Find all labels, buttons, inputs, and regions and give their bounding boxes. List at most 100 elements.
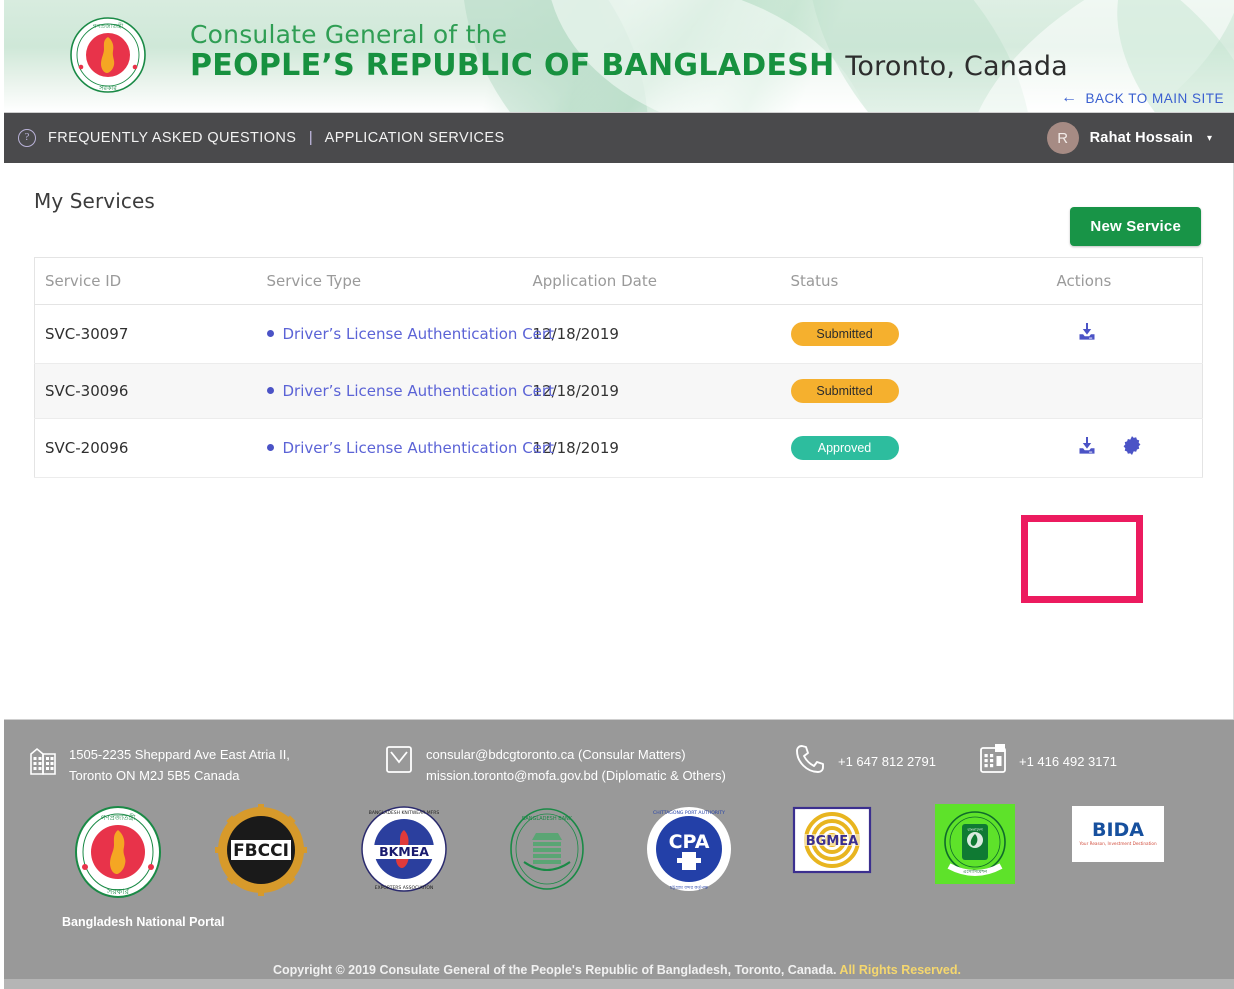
user-name-label: Rahat Hossain xyxy=(1089,130,1193,146)
bkmea-label: BKMEA xyxy=(379,844,429,859)
service-type-link[interactable]: Driver’s License Authentication Cert xyxy=(283,439,554,457)
arrow-left-icon: ← xyxy=(1060,89,1078,106)
bida-logo[interactable]: BIDA Your Reason, Investment Destination xyxy=(1062,804,1174,879)
copyright-text: Copyright © 2019 Consulate General of th… xyxy=(0,963,1234,977)
status-badge: Submitted xyxy=(790,379,899,403)
table-row[interactable]: SVC-30096 Driver’s License Authenticatio… xyxy=(34,363,1203,419)
footer-fax: +1 416 492 3171 xyxy=(978,742,1117,781)
svg-text:গণপ্রজাতন্ত্রী: গণপ্রজাতন্ত্রী xyxy=(101,813,136,822)
services-table-head: Service ID Service Type Application Date… xyxy=(34,257,1203,305)
svg-text:সরকার: সরকার xyxy=(106,887,130,896)
svg-text:বাংলাদেশ: বাংলাদেশ xyxy=(966,827,983,832)
phone-icon xyxy=(793,742,827,781)
footer-emails: consular@bdcgtoronto.ca (Consular Matter… xyxy=(383,742,793,786)
bullet-icon xyxy=(266,444,274,451)
fbcci-label: FBCCI xyxy=(233,841,289,861)
help-question-icon[interactable]: ? xyxy=(18,129,36,147)
footer-email-lines: consular@bdcgtoronto.ca (Consular Matter… xyxy=(426,742,726,786)
cell-actions xyxy=(1046,304,1203,364)
nav-item-faq[interactable]: FREQUENTLY ASKED QUESTIONS xyxy=(48,130,296,146)
svg-text:চট্টগ্রাম বন্দর কর্তৃপক্ষ: চট্টগ্রাম বন্দর কর্তৃপক্ষ xyxy=(669,884,709,891)
nav-separator: | xyxy=(308,130,313,146)
nav-item-application-services[interactable]: APPLICATION SERVICES xyxy=(325,130,505,146)
service-type-link[interactable]: Driver’s License Authentication Cert xyxy=(283,325,554,343)
site-header: গণপ্রজাতন্ত্রী সরকার Consulate General o… xyxy=(0,0,1234,113)
table-row[interactable]: SVC-30097 Driver’s License Authenticatio… xyxy=(34,304,1203,364)
country-name: PEOPLE’S REPUBLIC OF BANGLADESH xyxy=(190,48,835,84)
bottom-bar xyxy=(0,979,1234,989)
chevron-down-icon[interactable]: ▾ xyxy=(1207,133,1212,144)
svg-text:সরকার: সরকার xyxy=(98,84,117,92)
bangladesh-government-emblem-icon: গণপ্রজাতন্ত্রী সরকার xyxy=(68,15,148,95)
col-header-service-id: Service ID xyxy=(34,257,257,305)
consulate-line: Consulate General of the xyxy=(190,20,508,49)
cpa-label: CPA xyxy=(669,831,710,853)
fbcci-logo[interactable]: FBCCI xyxy=(205,804,317,911)
col-header-service-type: Service Type xyxy=(256,257,523,305)
fax-icon xyxy=(978,742,1008,781)
col-header-status: Status xyxy=(780,257,1047,305)
svg-text:BANGLADESH KNITWEAR MFRS: BANGLADESH KNITWEAR MFRS xyxy=(368,810,439,816)
envelope-icon xyxy=(383,742,415,781)
cell-service-type: Driver’s License Authentication Cert xyxy=(256,304,554,364)
footer-phone: +1 647 812 2791 xyxy=(793,742,978,781)
service-id-value: SVC-30096 xyxy=(45,382,129,400)
service-id-value: SVC-20096 xyxy=(45,439,129,457)
cell-actions xyxy=(1046,418,1203,478)
main-navbar: ? FREQUENTLY ASKED QUESTIONS | APPLICATI… xyxy=(0,113,1234,163)
building-icon xyxy=(28,742,58,781)
svg-text:BANGLADESH BANK: BANGLADESH BANK xyxy=(521,816,572,822)
chittagong-port-authority-logo[interactable]: CPA CHITTAGONG PORT AUTHORITY চট্টগ্রাম … xyxy=(633,804,745,909)
bullet-icon xyxy=(266,330,274,337)
bullet-icon xyxy=(266,387,274,394)
main-content: My Services New Service Service ID Servi… xyxy=(0,163,1234,719)
fax-number: +1 416 492 3171 xyxy=(1019,754,1117,769)
status-badge: Approved xyxy=(790,436,899,460)
download-icon[interactable] xyxy=(1075,434,1099,458)
services-table-body: SVC-30097 Driver’s License Authenticatio… xyxy=(34,304,1203,478)
status-badge: Submitted xyxy=(790,322,899,346)
svg-text:EXPORTERS ASSOCIATION: EXPORTERS ASSOCIATION xyxy=(374,885,433,891)
bangladesh-bank-logo[interactable]: BANGLADESH BANK xyxy=(491,804,603,909)
service-id-value: SVC-30097 xyxy=(45,325,129,343)
email-mission[interactable]: mission.toronto@mofa.gov.bd (Diplomatic … xyxy=(426,765,726,786)
bangladesh-green-seal-logo[interactable]: বাংলাদেশ এসোসিয়েশন xyxy=(919,804,1031,899)
left-edge-spacer xyxy=(0,0,4,989)
cell-application-date: 12/18/2019 xyxy=(522,363,781,419)
row-actions xyxy=(1075,434,1143,458)
bgmea-logo[interactable]: BGMEA xyxy=(776,804,888,891)
site-footer: 1505-2235 Sheppard Ave East Atria II, To… xyxy=(0,719,1234,989)
cell-status: Submitted xyxy=(780,363,1047,419)
bida-sublabel: Your Reason, Investment Destination xyxy=(1078,841,1157,846)
footer-address: 1505-2235 Sheppard Ave East Atria II, To… xyxy=(28,742,383,786)
table-row[interactable]: SVC-20096 Driver’s License Authenticatio… xyxy=(34,418,1203,478)
cell-service-id: SVC-30097 xyxy=(34,304,257,364)
phone-number: +1 647 812 2791 xyxy=(838,754,936,769)
row-actions xyxy=(1075,320,1099,344)
bgmea-label: BGMEA xyxy=(806,834,858,849)
address-line-1: 1505-2235 Sheppard Ave East Atria II, xyxy=(69,747,290,762)
footer-contacts: 1505-2235 Sheppard Ave East Atria II, To… xyxy=(0,720,1234,786)
cell-actions xyxy=(1046,363,1203,419)
page-root: গণপ্রজাতন্ত্রী সরকার Consulate General o… xyxy=(0,0,1234,989)
download-icon[interactable] xyxy=(1075,320,1099,344)
table-header-row: Service ID Service Type Application Date… xyxy=(34,257,1203,305)
logo-caption: Bangladesh National Portal xyxy=(62,915,225,929)
new-service-button[interactable]: New Service xyxy=(1070,207,1201,246)
service-type-link[interactable]: Driver’s License Authentication Cert xyxy=(283,382,554,400)
certificate-seal-icon[interactable] xyxy=(1121,435,1143,457)
svg-text:CHITTAGONG PORT AUTHORITY: CHITTAGONG PORT AUTHORITY xyxy=(653,810,725,816)
bkmea-logo[interactable]: BKMEA BANGLADESH KNITWEAR MFRS EXPORTERS… xyxy=(348,804,460,909)
svg-text:এসোসিয়েশন: এসোসিয়েশন xyxy=(963,869,988,875)
copyright-rights: All Rights Reserved. xyxy=(839,963,961,977)
bangladesh-national-portal-logo[interactable]: গণপ্রজাতন্ত্রী সরকার Bangladesh National… xyxy=(62,804,225,929)
col-header-application-date: Application Date xyxy=(522,257,781,305)
page-title: My Services xyxy=(34,189,155,213)
col-header-actions: Actions xyxy=(1046,257,1203,305)
cell-service-type: Driver’s License Authentication Cert xyxy=(256,363,554,419)
cell-service-id: SVC-30096 xyxy=(34,363,257,419)
back-to-main-site-link[interactable]: ← BACK TO MAIN SITE xyxy=(1061,90,1224,106)
user-menu[interactable]: R Rahat Hossain ▾ xyxy=(1046,122,1224,154)
email-consular[interactable]: consular@bdcgtoronto.ca (Consular Matter… xyxy=(426,744,726,765)
cell-status: Approved xyxy=(780,418,1047,478)
